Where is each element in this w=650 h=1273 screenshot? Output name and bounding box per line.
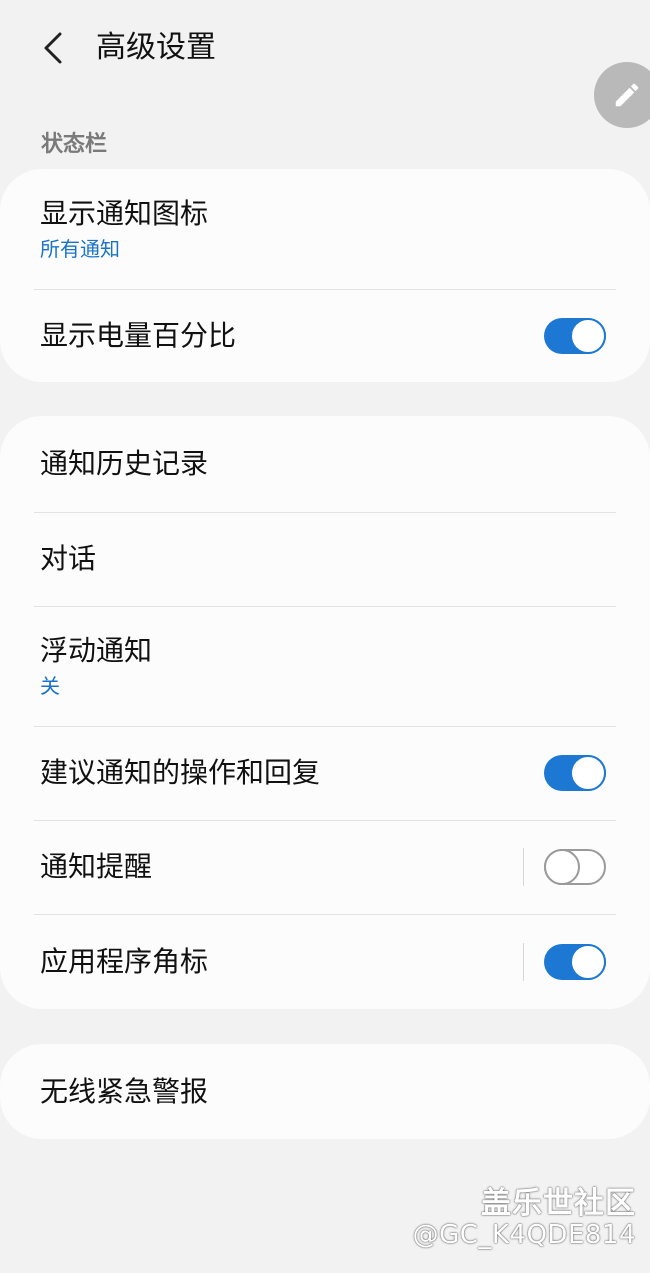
watermark-user: @GC_K4QDE814 bbox=[412, 1220, 636, 1250]
app-header: 高级设置 bbox=[0, 0, 650, 100]
page-title: 高级设置 bbox=[96, 30, 216, 65]
divider bbox=[523, 848, 524, 886]
item-subtitle: 关 bbox=[40, 674, 60, 698]
item-title: 无线紧急警报 bbox=[40, 1074, 209, 1108]
app-icon-badges-item[interactable]: 应用程序角标 bbox=[0, 914, 650, 1009]
notifications-card: 通知历史记录 对话 浮动通知 关 建议通知的操作和回复 通知提醒 应用程序角标 bbox=[0, 416, 650, 1009]
floating-notifications-item[interactable]: 浮动通知 关 bbox=[0, 606, 650, 726]
item-title: 通知提醒 bbox=[40, 850, 153, 883]
show-battery-percentage-item[interactable]: 显示电量百分比 bbox=[0, 289, 650, 382]
notification-history-item[interactable]: 通知历史记录 bbox=[0, 416, 650, 512]
item-title: 显示电量百分比 bbox=[40, 318, 237, 352]
wireless-emergency-alerts-item[interactable]: 无线紧急警报 bbox=[0, 1044, 650, 1139]
suggest-actions-replies-item[interactable]: 建议通知的操作和回复 bbox=[0, 726, 650, 820]
app-icon-badges-toggle[interactable] bbox=[544, 943, 606, 980]
pencil-icon bbox=[615, 83, 639, 107]
item-title: 对话 bbox=[40, 542, 97, 575]
divider bbox=[523, 942, 524, 981]
suggest-actions-toggle[interactable] bbox=[544, 755, 606, 791]
item-title: 应用程序角标 bbox=[40, 944, 209, 978]
item-title: 通知历史记录 bbox=[40, 447, 209, 480]
notification-reminders-item[interactable]: 通知提醒 bbox=[0, 820, 650, 914]
edit-button[interactable] bbox=[594, 62, 650, 128]
item-title: 显示通知图标 bbox=[40, 197, 209, 230]
watermark-site: 盖乐世社区 bbox=[481, 1186, 636, 1221]
notification-reminders-toggle[interactable] bbox=[544, 849, 606, 885]
section-label-status-bar: 状态栏 bbox=[41, 132, 108, 157]
item-title: 浮动通知 bbox=[40, 634, 153, 667]
chevron-left-icon bbox=[44, 32, 62, 64]
status-bar-card: 显示通知图标 所有通知 显示电量百分比 bbox=[0, 169, 650, 382]
emergency-card: 无线紧急警报 bbox=[0, 1044, 650, 1139]
back-button[interactable] bbox=[30, 24, 78, 72]
battery-percentage-toggle[interactable] bbox=[544, 317, 606, 354]
item-title: 建议通知的操作和回复 bbox=[40, 756, 321, 789]
item-subtitle: 所有通知 bbox=[40, 237, 120, 261]
show-notification-icons-item[interactable]: 显示通知图标 所有通知 bbox=[0, 169, 650, 289]
conversations-item[interactable]: 对话 bbox=[0, 512, 650, 606]
